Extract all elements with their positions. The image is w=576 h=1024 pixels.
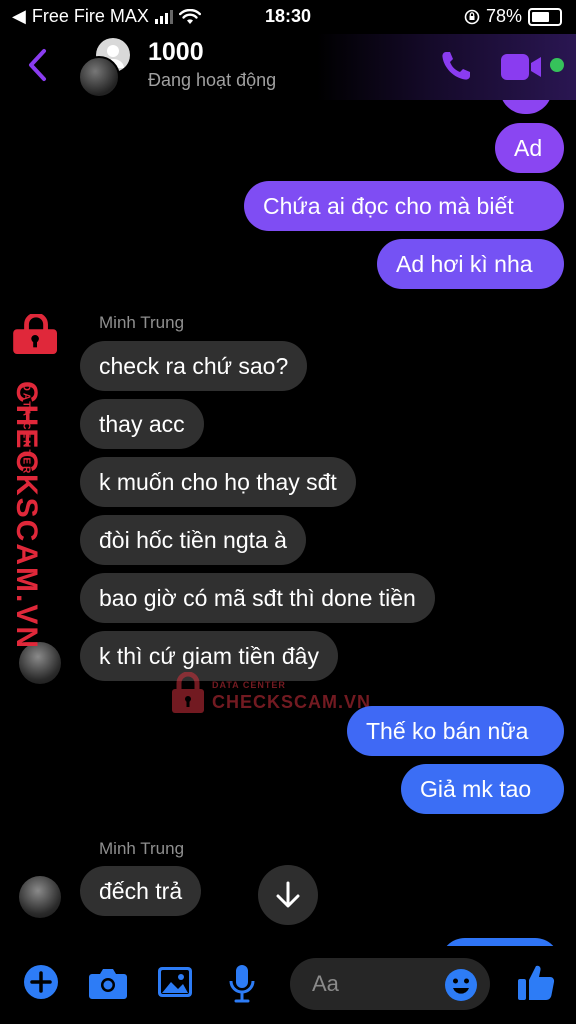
group-avatar[interactable] bbox=[78, 38, 134, 98]
message-bubble-out[interactable]: Chứa ai đọc cho mà biết bbox=[244, 181, 564, 231]
contact-name[interactable]: 1000 bbox=[148, 38, 204, 67]
message-input[interactable]: Aa bbox=[290, 958, 490, 1010]
arrow-down-icon bbox=[276, 881, 300, 908]
microphone-icon[interactable] bbox=[228, 964, 256, 1004]
message-bubble-out[interactable]: Ad bbox=[495, 123, 564, 173]
sender-avatar[interactable] bbox=[19, 876, 61, 918]
sender-name: Minh Trung bbox=[99, 839, 185, 858]
message-bubble-in[interactable]: đòi hốc tiền ngta à bbox=[80, 515, 306, 565]
chat-header: 1000 Đang hoạt động bbox=[0, 34, 576, 100]
thumbs-up-icon[interactable] bbox=[516, 962, 556, 1002]
watermark-side-brand: CHECKSCAM.VN bbox=[10, 381, 43, 651]
battery-icon bbox=[528, 7, 562, 26]
message-bubble-in[interactable]: đếch trả bbox=[80, 866, 202, 916]
message-bubble-in[interactable]: thay acc bbox=[80, 399, 204, 449]
message-bubble-in[interactable]: bao giờ có mã sđt thì done tiền bbox=[80, 573, 435, 623]
video-camera-icon[interactable] bbox=[500, 52, 544, 82]
active-status: Đang hoạt động bbox=[148, 70, 277, 90]
battery-percent: 78% bbox=[485, 6, 522, 26]
avatar-photo bbox=[78, 56, 120, 98]
camera-icon[interactable] bbox=[88, 966, 128, 1000]
image-icon[interactable] bbox=[157, 966, 193, 998]
message-input-placeholder: Aa bbox=[312, 971, 339, 996]
message-bubble-in[interactable]: k muốn cho họ thay sđt bbox=[80, 457, 356, 507]
watermark-logo: DATA CENTER CHECKSCAM.VN bbox=[170, 672, 370, 716]
message-bubble-out[interactable]: Giả mk tao bbox=[401, 764, 564, 814]
status-right: 78% bbox=[464, 6, 562, 27]
emoji-icon[interactable] bbox=[444, 968, 478, 1002]
status-bar: ◀︎ Free Fire MAX 18:30 78% bbox=[0, 0, 576, 34]
watermark-brand: CHECKSCAM.VN bbox=[212, 692, 372, 712]
message-bubble-out[interactable]: Thế ko bán nữa bbox=[347, 706, 564, 756]
rotation-lock-icon bbox=[464, 9, 480, 24]
chevron-left-icon[interactable] bbox=[26, 48, 50, 82]
message-bubble-out[interactable]: Ad hơi kì nha bbox=[377, 239, 564, 289]
online-indicator bbox=[550, 58, 564, 72]
plus-icon[interactable] bbox=[23, 964, 59, 1000]
watermark-tagline: DATA CENTER bbox=[212, 680, 286, 690]
watermark-side: DATA CENTER CHECKSCAM.VN bbox=[6, 314, 66, 650]
message-bubble-in[interactable]: check ra chứ sao? bbox=[80, 341, 308, 391]
message-composer: Aa bbox=[0, 946, 576, 1024]
sender-name: Minh Trung bbox=[99, 313, 185, 332]
phone-icon[interactable] bbox=[438, 48, 474, 84]
scroll-to-bottom-button[interactable] bbox=[258, 865, 318, 925]
